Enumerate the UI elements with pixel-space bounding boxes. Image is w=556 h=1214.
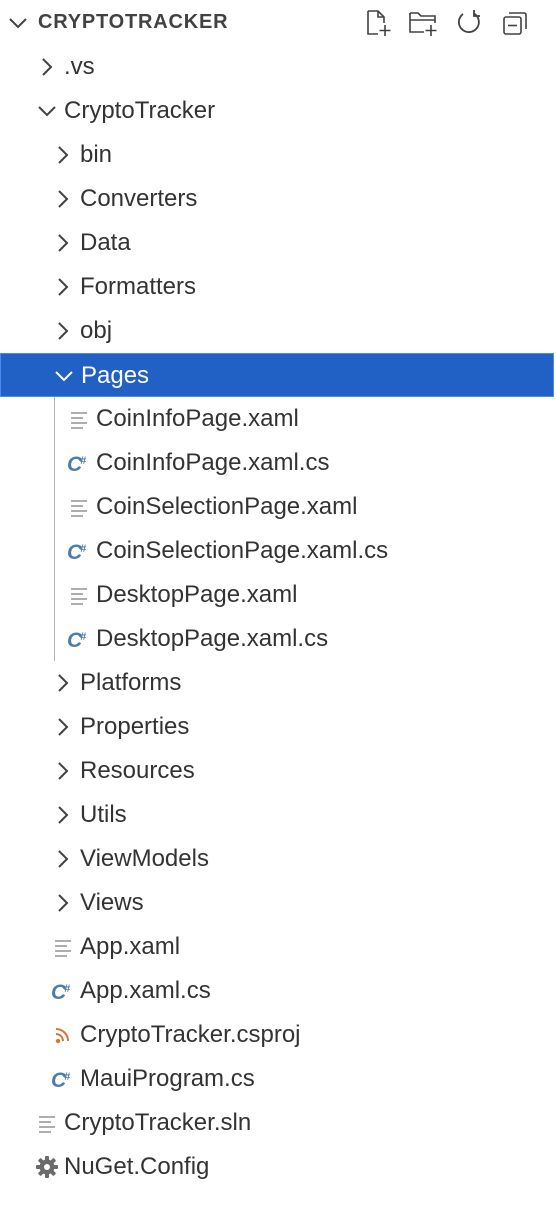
explorer-header[interactable]: CRYPTOTRACKER bbox=[0, 0, 556, 46]
new-file-icon[interactable] bbox=[362, 8, 392, 38]
collapse-all-icon[interactable] bbox=[500, 8, 530, 38]
tree-file-desktoppage-xaml[interactable]: DesktopPage.xaml bbox=[0, 573, 554, 617]
tree-item-label: CryptoTracker.sln bbox=[64, 1109, 252, 1136]
tree-folder-utils[interactable]: Utils bbox=[0, 793, 554, 837]
tree-folder-views[interactable]: Views bbox=[0, 881, 554, 925]
gear-icon bbox=[36, 1156, 58, 1178]
tree-file-nuget-config[interactable]: NuGet.Config bbox=[0, 1145, 554, 1189]
tree-folder-pages[interactable]: Pages bbox=[0, 353, 554, 397]
chevron-right-icon bbox=[58, 674, 69, 692]
svg-text:#: # bbox=[80, 455, 87, 467]
tree-item-label: Data bbox=[80, 229, 131, 256]
tree-file-desktoppage-xaml-cs[interactable]: C # DesktopPage.xaml.cs bbox=[0, 617, 554, 661]
tree-file-coinselectionpage-xaml[interactable]: CoinSelectionPage.xaml bbox=[0, 485, 554, 529]
tree-item-label: DesktopPage.xaml.cs bbox=[96, 625, 329, 652]
chevron-right-icon bbox=[58, 762, 69, 780]
csharp-file-icon: C# bbox=[67, 541, 87, 564]
tree-item-label: App.xaml bbox=[80, 933, 181, 960]
chevron-down-icon bbox=[55, 371, 73, 382]
tree-folder-converters[interactable]: Converters bbox=[0, 177, 554, 221]
csharp-file-icon: C# bbox=[51, 1069, 71, 1092]
lines-file-icon bbox=[71, 588, 87, 605]
tree-folder-resources[interactable]: Resources bbox=[0, 749, 554, 793]
chevron-right-icon bbox=[58, 278, 69, 296]
tree-folder-formatters[interactable]: Formatters bbox=[0, 265, 554, 309]
tree-item-label: App.xaml.cs bbox=[80, 977, 211, 1004]
chevron-right-icon bbox=[58, 146, 69, 164]
chevron-right-icon bbox=[58, 806, 69, 824]
csharp-file-icon: C# bbox=[67, 453, 87, 476]
lines-file-icon bbox=[55, 940, 71, 957]
svg-text:#: # bbox=[80, 631, 87, 643]
lines-file-icon bbox=[71, 500, 87, 517]
csharp-file-icon: C# bbox=[67, 629, 87, 652]
refresh-icon[interactable] bbox=[454, 8, 484, 38]
tree-folder-cryptotracker[interactable]: CryptoTracker bbox=[0, 89, 554, 133]
chevron-right-icon bbox=[58, 322, 69, 340]
tree-item-label: .vs bbox=[64, 53, 95, 80]
tree-folder-vs[interactable]: .vs bbox=[0, 45, 554, 89]
tree-file-coinselectionpage-xaml-cs[interactable]: C # CoinSelectionPage.xaml.cs bbox=[0, 529, 554, 573]
explorer-title: CRYPTOTRACKER bbox=[38, 11, 229, 33]
tree-item-label: Properties bbox=[80, 713, 190, 740]
tree-item-label: Resources bbox=[80, 757, 195, 784]
tree-item-label: bin bbox=[80, 141, 113, 168]
tree-item-label: Utils bbox=[80, 801, 127, 828]
tree-item-label: CoinSelectionPage.xaml bbox=[96, 493, 358, 520]
csharp-file-icon: C# bbox=[51, 981, 71, 1004]
tree-item-label: DesktopPage.xaml bbox=[96, 581, 298, 608]
tree-folder-data[interactable]: Data bbox=[0, 221, 554, 265]
tree-item-label: obj bbox=[80, 317, 113, 344]
lines-file-icon bbox=[39, 1116, 55, 1133]
tree-item-label: CryptoTracker.csproj bbox=[80, 1021, 301, 1048]
rss-feed-icon bbox=[55, 1028, 69, 1044]
tree-item-label: Formatters bbox=[80, 273, 197, 300]
chevron-down-icon[interactable] bbox=[4, 9, 32, 37]
chevron-right-icon bbox=[58, 718, 69, 736]
svg-text:#: # bbox=[64, 983, 71, 995]
explorer-actions bbox=[356, 4, 556, 42]
tree-file-app-xaml-cs[interactable]: C # App.xaml.cs bbox=[0, 969, 554, 1013]
chevron-right-icon bbox=[58, 190, 69, 208]
lines-file-icon bbox=[71, 412, 87, 429]
tree-item-label: CoinInfoPage.xaml.cs bbox=[96, 449, 330, 476]
tree-item-label: ViewModels bbox=[80, 845, 209, 872]
tree-item-label: NuGet.Config bbox=[64, 1153, 210, 1180]
tree-item-label: Platforms bbox=[80, 669, 182, 696]
tree-folder-bin[interactable]: bin bbox=[0, 133, 554, 177]
tree-item-label: Views bbox=[80, 889, 144, 916]
chevron-right-icon bbox=[58, 894, 69, 912]
new-folder-icon[interactable] bbox=[408, 8, 438, 38]
tree-file-coininfopage-xaml-cs[interactable]: C # CoinInfoPage.xaml.cs bbox=[0, 441, 554, 485]
tree-item-label: MauiProgram.cs bbox=[80, 1065, 255, 1092]
tree-file-mauiprogram-cs[interactable]: C # MauiProgram.cs bbox=[0, 1057, 554, 1101]
svg-text:#: # bbox=[64, 1071, 71, 1083]
tree-item-label: Converters bbox=[80, 185, 198, 212]
tree-item-label: CoinSelectionPage.xaml.cs bbox=[96, 537, 389, 564]
chevron-right-icon bbox=[42, 58, 53, 76]
tree-file-app-xaml[interactable]: App.xaml bbox=[0, 925, 554, 969]
tree-file-cryptotracker-sln[interactable]: CryptoTracker.sln bbox=[0, 1101, 554, 1145]
tree-folder-obj[interactable]: obj bbox=[0, 309, 554, 353]
tree-file-coininfopage-xaml[interactable]: CoinInfoPage.xaml bbox=[0, 397, 554, 441]
chevron-right-icon bbox=[58, 234, 69, 252]
tree-item-label: CryptoTracker bbox=[64, 97, 216, 124]
tree-folder-platforms[interactable]: Platforms bbox=[0, 661, 554, 705]
tree-folder-viewmodels[interactable]: ViewModels bbox=[0, 837, 554, 881]
tree-file-cryptotracker-csproj[interactable]: CryptoTracker.csproj bbox=[0, 1013, 554, 1057]
tree-item-label: CoinInfoPage.xaml bbox=[96, 405, 299, 432]
tree-item-label: Pages bbox=[81, 362, 150, 389]
tree-folder-properties[interactable]: Properties bbox=[0, 705, 554, 749]
svg-text:#: # bbox=[80, 543, 87, 555]
file-explorer: CRYPTOTRACKER .vs CryptoTracker bin Conv… bbox=[0, 0, 556, 1214]
chevron-down-icon bbox=[38, 106, 56, 117]
chevron-right-icon bbox=[58, 850, 69, 868]
